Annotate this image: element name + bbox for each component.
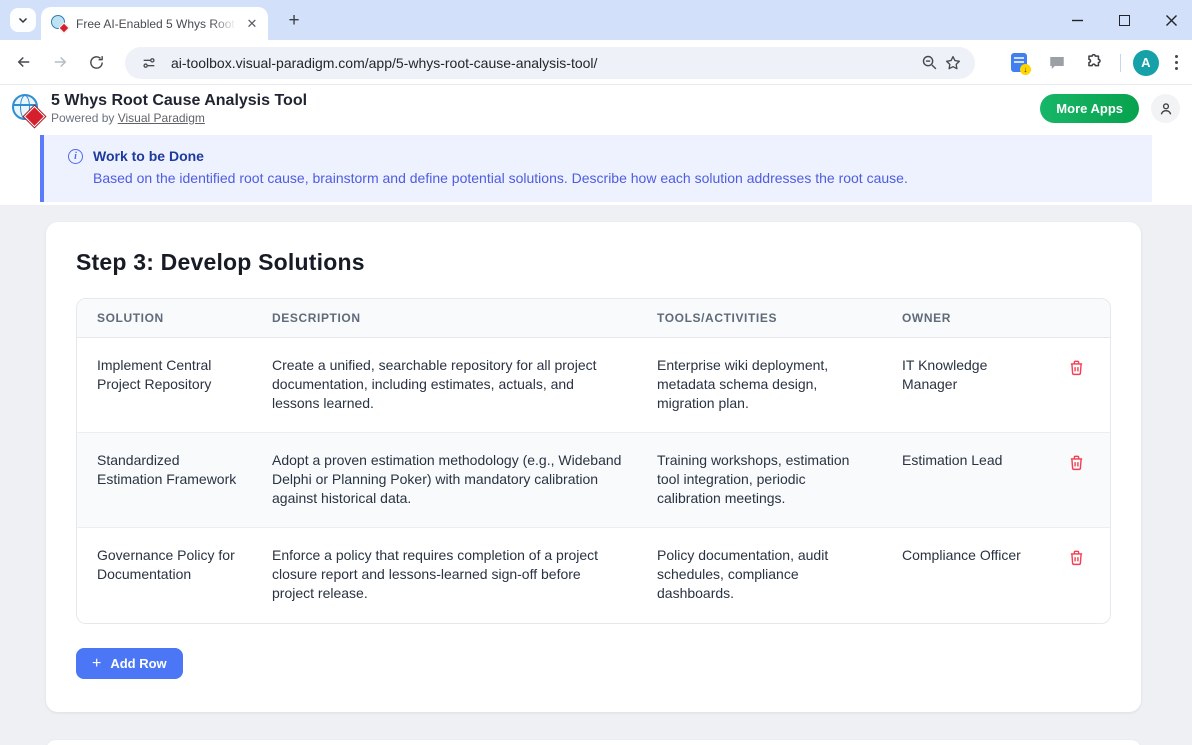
user-account-button[interactable] bbox=[1151, 94, 1180, 123]
tab-close-icon[interactable]: ✕ bbox=[244, 16, 260, 32]
next-section-card bbox=[46, 740, 1141, 745]
site-settings-icon[interactable] bbox=[137, 51, 161, 75]
browser-menu-button[interactable] bbox=[1171, 51, 1182, 74]
table-row: Standardized Estimation Framework Adopt … bbox=[77, 433, 1110, 528]
bookmark-star-icon[interactable] bbox=[941, 51, 965, 75]
trash-icon bbox=[1068, 549, 1085, 566]
add-row-label: Add Row bbox=[110, 656, 166, 671]
add-row-button[interactable]: + Add Row bbox=[76, 648, 183, 679]
table-row: Governance Policy for Documentation Enfo… bbox=[77, 528, 1110, 623]
app-logo-icon bbox=[12, 93, 43, 124]
cell-solution[interactable]: Implement Central Project Repository bbox=[77, 338, 252, 432]
site-favicon-icon bbox=[51, 15, 68, 32]
visual-paradigm-link[interactable]: Visual Paradigm bbox=[118, 111, 205, 125]
cell-tools[interactable]: Training workshops, estimation tool inte… bbox=[637, 433, 882, 527]
cell-owner[interactable]: Estimation Lead bbox=[882, 433, 1042, 527]
cell-description[interactable]: Adopt a proven estimation methodology (e… bbox=[252, 433, 637, 527]
toolbar-separator bbox=[1120, 54, 1121, 72]
column-header-description: DESCRIPTION bbox=[252, 299, 637, 337]
app-title: 5 Whys Root Cause Analysis Tool bbox=[51, 92, 307, 110]
cell-owner[interactable]: IT Knowledge Manager bbox=[882, 338, 1042, 432]
cell-tools[interactable]: Enterprise wiki deployment, metadata sch… bbox=[637, 338, 882, 432]
browser-toolbar: ai-toolbox.visual-paradigm.com/app/5-why… bbox=[0, 40, 1192, 85]
powered-by: Powered by Visual Paradigm bbox=[51, 111, 307, 125]
reader-extension-icon[interactable]: ↓ bbox=[1006, 50, 1032, 76]
table-row: Implement Central Project Repository Cre… bbox=[77, 338, 1110, 433]
cell-owner[interactable]: Compliance Officer bbox=[882, 528, 1042, 623]
column-header-owner: OWNER bbox=[882, 299, 1042, 337]
info-icon: i bbox=[68, 149, 83, 164]
powered-by-text: Powered by bbox=[51, 111, 114, 125]
close-icon bbox=[1165, 14, 1178, 27]
delete-row-button[interactable] bbox=[1067, 454, 1085, 472]
browser-tab-strip: Free AI-Enabled 5 Whys Root C ✕ + bbox=[0, 0, 1192, 40]
cell-solution[interactable]: Standardized Estimation Framework bbox=[77, 433, 252, 527]
window-close-button[interactable] bbox=[1164, 13, 1178, 27]
delete-row-button[interactable] bbox=[1067, 359, 1085, 377]
url-text[interactable]: ai-toolbox.visual-paradigm.com/app/5-why… bbox=[171, 55, 917, 71]
app-title-block: 5 Whys Root Cause Analysis Tool Powered … bbox=[51, 92, 307, 125]
plus-icon: + bbox=[92, 655, 101, 673]
cell-solution[interactable]: Governance Policy for Documentation bbox=[77, 528, 252, 623]
delete-row-button[interactable] bbox=[1067, 549, 1085, 567]
cell-description[interactable]: Create a unified, searchable repository … bbox=[252, 338, 637, 432]
column-header-actions bbox=[1042, 299, 1110, 337]
window-controls bbox=[1070, 0, 1178, 40]
trash-icon bbox=[1068, 359, 1085, 376]
feedback-extension-icon[interactable] bbox=[1044, 50, 1070, 76]
banner-description: Based on the identified root cause, brai… bbox=[93, 170, 1152, 186]
back-arrow-icon bbox=[15, 53, 33, 71]
page-title: Step 3: Develop Solutions bbox=[76, 249, 1111, 276]
banner-section: i Work to be Done Based on the identifie… bbox=[0, 132, 1192, 205]
column-header-tools: TOOLS/ACTIVITIES bbox=[637, 299, 882, 337]
browser-tab[interactable]: Free AI-Enabled 5 Whys Root C ✕ bbox=[41, 7, 268, 40]
address-bar[interactable]: ai-toolbox.visual-paradigm.com/app/5-why… bbox=[125, 47, 975, 79]
reload-icon bbox=[88, 54, 105, 71]
header-actions: More Apps bbox=[1040, 94, 1180, 123]
tab-title: Free AI-Enabled 5 Whys Root C bbox=[76, 17, 236, 31]
step-3-card: Step 3: Develop Solutions SOLUTION DESCR… bbox=[46, 222, 1141, 712]
window-minimize-button[interactable] bbox=[1070, 13, 1084, 27]
maximize-icon bbox=[1119, 15, 1130, 26]
column-header-solution: SOLUTION bbox=[77, 299, 252, 337]
app-header: 5 Whys Root Cause Analysis Tool Powered … bbox=[0, 85, 1192, 132]
forward-button[interactable] bbox=[46, 48, 74, 76]
banner-title: Work to be Done bbox=[93, 148, 204, 164]
cell-description[interactable]: Enforce a policy that requires completio… bbox=[252, 528, 637, 623]
extensions-area: ↓ A bbox=[1006, 40, 1182, 85]
window-maximize-button[interactable] bbox=[1117, 13, 1131, 27]
work-to-be-done-banner: i Work to be Done Based on the identifie… bbox=[40, 135, 1152, 202]
extensions-puzzle-icon[interactable] bbox=[1082, 50, 1108, 76]
table-header-row: SOLUTION DESCRIPTION TOOLS/ACTIVITIES OW… bbox=[77, 299, 1110, 338]
main-content: Step 3: Develop Solutions SOLUTION DESCR… bbox=[0, 205, 1192, 745]
profile-avatar[interactable]: A bbox=[1133, 50, 1159, 76]
back-button[interactable] bbox=[10, 48, 38, 76]
cell-tools[interactable]: Policy documentation, audit schedules, c… bbox=[637, 528, 882, 623]
solutions-table: SOLUTION DESCRIPTION TOOLS/ACTIVITIES OW… bbox=[76, 298, 1111, 624]
trash-icon bbox=[1068, 454, 1085, 471]
zoom-level-icon[interactable] bbox=[917, 51, 941, 75]
new-tab-button[interactable]: + bbox=[282, 9, 306, 33]
minimize-icon bbox=[1071, 14, 1084, 27]
tab-search-button[interactable] bbox=[10, 8, 36, 32]
more-apps-button[interactable]: More Apps bbox=[1040, 94, 1139, 123]
forward-arrow-icon bbox=[51, 53, 69, 71]
chevron-down-icon bbox=[17, 14, 29, 26]
person-icon bbox=[1158, 101, 1174, 117]
reload-button[interactable] bbox=[82, 48, 110, 76]
